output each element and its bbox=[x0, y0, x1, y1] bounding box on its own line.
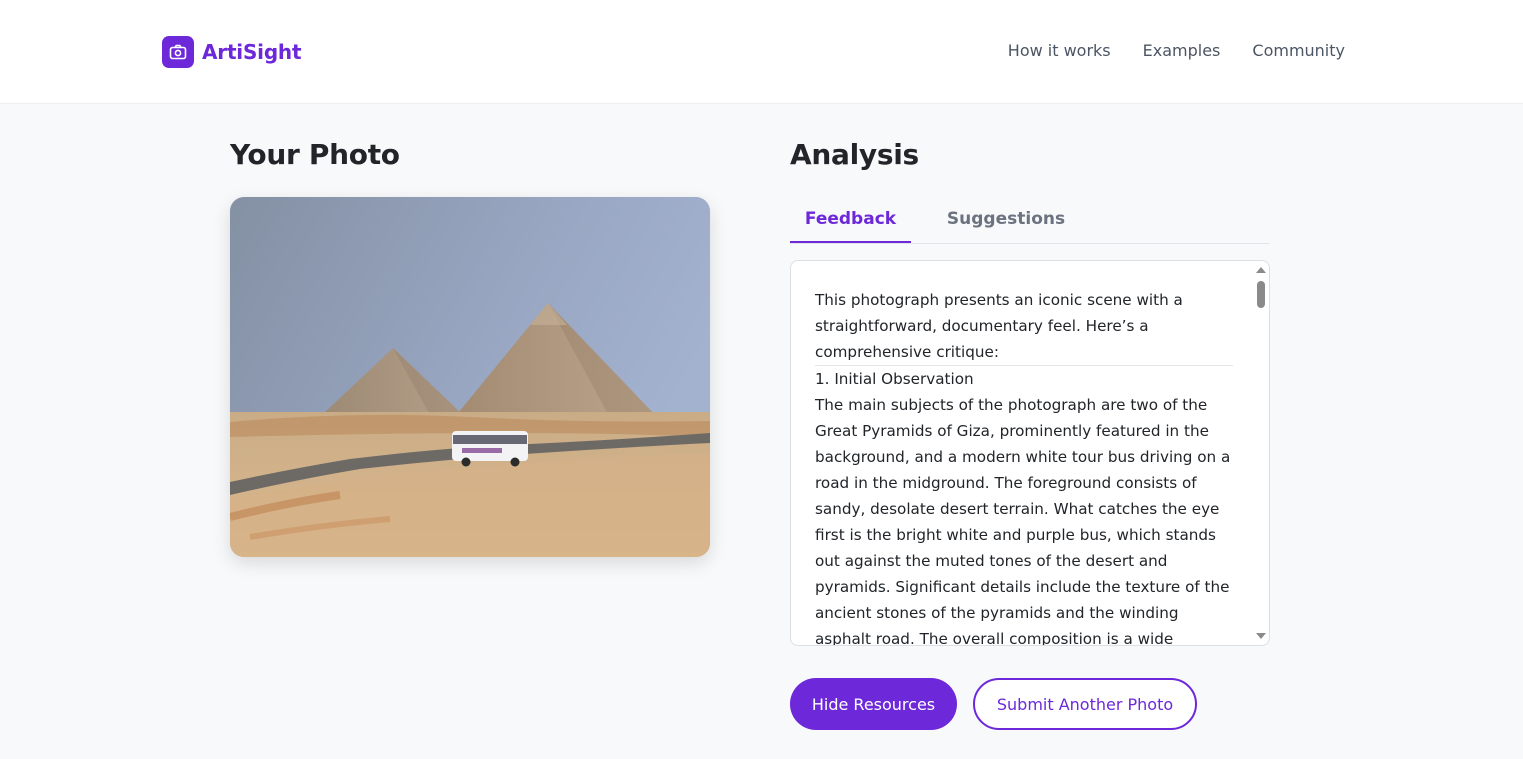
your-photo-title: Your Photo bbox=[230, 138, 400, 171]
scroll-up-arrow-icon[interactable] bbox=[1256, 267, 1266, 273]
feedback-intro: This photograph presents an iconic scene… bbox=[815, 287, 1233, 366]
analysis-title: Analysis bbox=[790, 138, 919, 171]
logo[interactable]: ArtiSight bbox=[162, 36, 302, 68]
scroll-down-arrow-icon[interactable] bbox=[1256, 633, 1266, 639]
camera-icon bbox=[162, 36, 194, 68]
app-name: ArtiSight bbox=[202, 40, 302, 64]
tab-suggestions[interactable]: Suggestions bbox=[931, 197, 1081, 243]
tab-feedback[interactable]: Feedback bbox=[790, 197, 911, 243]
feedback-panel[interactable]: This photograph presents an iconic scene… bbox=[790, 260, 1270, 646]
feedback-content: This photograph presents an iconic scene… bbox=[815, 287, 1233, 646]
nav-community[interactable]: Community bbox=[1252, 41, 1345, 60]
feedback-heading: 1. Initial Observation bbox=[815, 370, 974, 388]
feedback-body: The main subjects of the photograph are … bbox=[815, 396, 1231, 646]
uploaded-photo bbox=[230, 197, 710, 557]
top-nav: How it works Examples Community bbox=[1008, 41, 1345, 60]
nav-examples[interactable]: Examples bbox=[1143, 41, 1221, 60]
top-header: ArtiSight How it works Examples Communit… bbox=[0, 0, 1523, 104]
submit-another-photo-button[interactable]: Submit Another Photo bbox=[973, 678, 1197, 730]
hide-resources-button[interactable]: Hide Resources bbox=[790, 678, 957, 730]
analysis-tabs: Feedback Suggestions bbox=[790, 197, 1270, 244]
nav-how-it-works[interactable]: How it works bbox=[1008, 41, 1111, 60]
scroll-thumb[interactable] bbox=[1257, 281, 1265, 308]
feedback-scrollbar[interactable] bbox=[1253, 261, 1269, 645]
